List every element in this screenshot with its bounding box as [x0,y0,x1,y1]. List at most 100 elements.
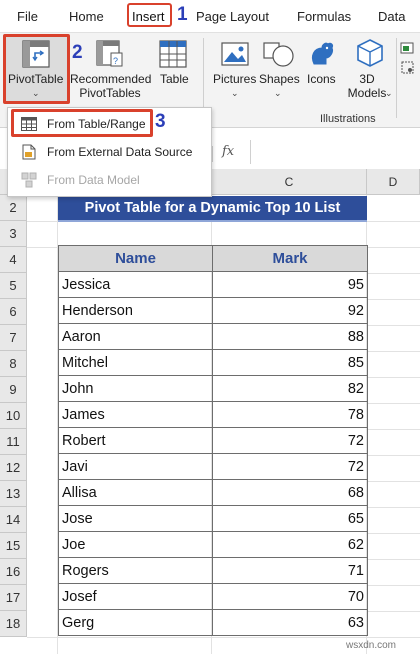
gridline [367,559,420,560]
table-row: John 82 [58,375,368,402]
row-header-13[interactable]: 13 [0,481,27,507]
tab-formulas[interactable]: Formulas [297,9,351,24]
menu-item-label: From External Data Source [47,145,193,159]
cell-mark[interactable]: 72 [212,453,368,480]
title-underline [58,220,367,222]
table-row: Rogers 71 [58,557,368,584]
row-header-10[interactable]: 10 [0,403,27,429]
column-header-d[interactable]: D [367,169,420,195]
header-mark[interactable]: Mark [212,245,368,272]
row-header-8[interactable]: 8 [0,351,27,377]
cell-name[interactable]: Robert [58,427,213,454]
screen-clip-icon[interactable] [400,60,416,76]
icons-button[interactable]: Icons [307,72,336,86]
row-header-6[interactable]: 6 [0,299,27,325]
table-row: Gerg 63 [58,609,368,636]
cell-mark[interactable]: 62 [212,531,368,558]
tab-home[interactable]: Home [69,9,104,24]
recommended-label-line2: PivotTables [79,86,141,100]
icons-icon [311,42,333,65]
cell-name[interactable]: Javi [58,453,213,480]
from-table-range-highlight [11,109,153,137]
cell-name[interactable]: Henderson [58,297,213,324]
gridline [367,403,420,404]
illustrations-group-label: Illustrations [320,113,376,125]
cell-mark[interactable]: 63 [212,609,368,636]
tab-data[interactable]: Data [378,9,405,24]
3d-models-chevron-down-icon: ⌄ [385,88,393,98]
gridline [367,429,420,430]
cell-name[interactable]: John [58,375,213,402]
shapes-button[interactable]: Shapes [259,72,300,86]
shapes-chevron-down-icon: ⌄ [274,88,282,98]
cell-mark[interactable]: 88 [212,323,368,350]
cell-mark[interactable]: 68 [212,479,368,506]
row-header-16[interactable]: 16 [0,559,27,585]
gridline [367,585,420,586]
formula-separator [212,146,213,162]
cell-mark[interactable]: 72 [212,427,368,454]
row-header-9[interactable]: 9 [0,377,27,403]
gridline [367,299,420,300]
cell-mark[interactable]: 92 [212,297,368,324]
cell-name[interactable]: Mitchel [58,349,213,376]
cell-name[interactable]: Gerg [58,609,213,636]
row-header-17[interactable]: 17 [0,585,27,611]
gridline [367,377,420,378]
gridline [367,325,420,326]
cell-name[interactable]: Jose [58,505,213,532]
row-header-7[interactable]: 7 [0,325,27,351]
tab-page-layout[interactable]: Page Layout [196,9,269,24]
shapes-icon [263,42,294,67]
row-header-11[interactable]: 11 [0,429,27,455]
row-header-15[interactable]: 15 [0,533,27,559]
cell-mark[interactable]: 70 [212,583,368,610]
screenshot-icon[interactable] [400,40,416,56]
table-button[interactable]: Table [160,72,189,86]
cell-name[interactable]: Allisa [58,479,213,506]
tab-file[interactable]: File [17,9,38,24]
table-icon [159,40,187,68]
cell-mark[interactable]: 78 [212,401,368,428]
cell-mark[interactable]: 65 [212,505,368,532]
function-icon[interactable]: fx [222,144,234,159]
recommended-pivottables-button[interactable]: Recommended PivotTables [70,72,151,100]
formula-input[interactable] [250,140,420,164]
table-row: James 78 [58,401,368,428]
column-header-c[interactable]: C [212,169,367,195]
header-name[interactable]: Name [58,245,213,272]
annotation-1: 1 [177,4,188,25]
row-header-2[interactable]: 2 [0,195,27,221]
tab-insert[interactable]: Insert [132,9,165,24]
row-header-4[interactable]: 4 [0,247,27,273]
3d-models-label-line1: 3D [359,72,375,86]
table-row: Aaron 88 [58,323,368,350]
cell-name[interactable]: Rogers [58,557,213,584]
pivottable-icon [22,40,50,68]
cell-name[interactable]: Jessica [58,271,213,298]
cell-mark[interactable]: 85 [212,349,368,376]
sheet-title: Pivot Table for a Dynamic Top 10 List [58,196,367,220]
table-row: Josef 70 [58,583,368,610]
cell-mark[interactable]: 82 [212,375,368,402]
row-header-5[interactable]: 5 [0,273,27,299]
gridline [367,611,420,612]
cell-mark[interactable]: 71 [212,557,368,584]
table-row: Joe 62 [58,531,368,558]
gridline [367,507,420,508]
cell-name[interactable]: Aaron [58,323,213,350]
row-header-18[interactable]: 18 [0,611,27,637]
menu-item-from-data-model: From Data Model [14,168,204,192]
menu-item-from-external-data-source[interactable]: From External Data Source [14,140,204,164]
pictures-button[interactable]: Pictures [213,72,256,86]
cell-name[interactable]: Josef [58,583,213,610]
3d-models-icon [357,39,383,67]
row-header-14[interactable]: 14 [0,507,27,533]
cell-name[interactable]: James [58,401,213,428]
table-row: Robert 72 [58,427,368,454]
cell-name[interactable]: Joe [58,531,213,558]
gridline [367,481,420,482]
row-header-12[interactable]: 12 [0,455,27,481]
row-header-3[interactable]: 3 [0,221,27,247]
cell-mark[interactable]: 95 [212,271,368,298]
